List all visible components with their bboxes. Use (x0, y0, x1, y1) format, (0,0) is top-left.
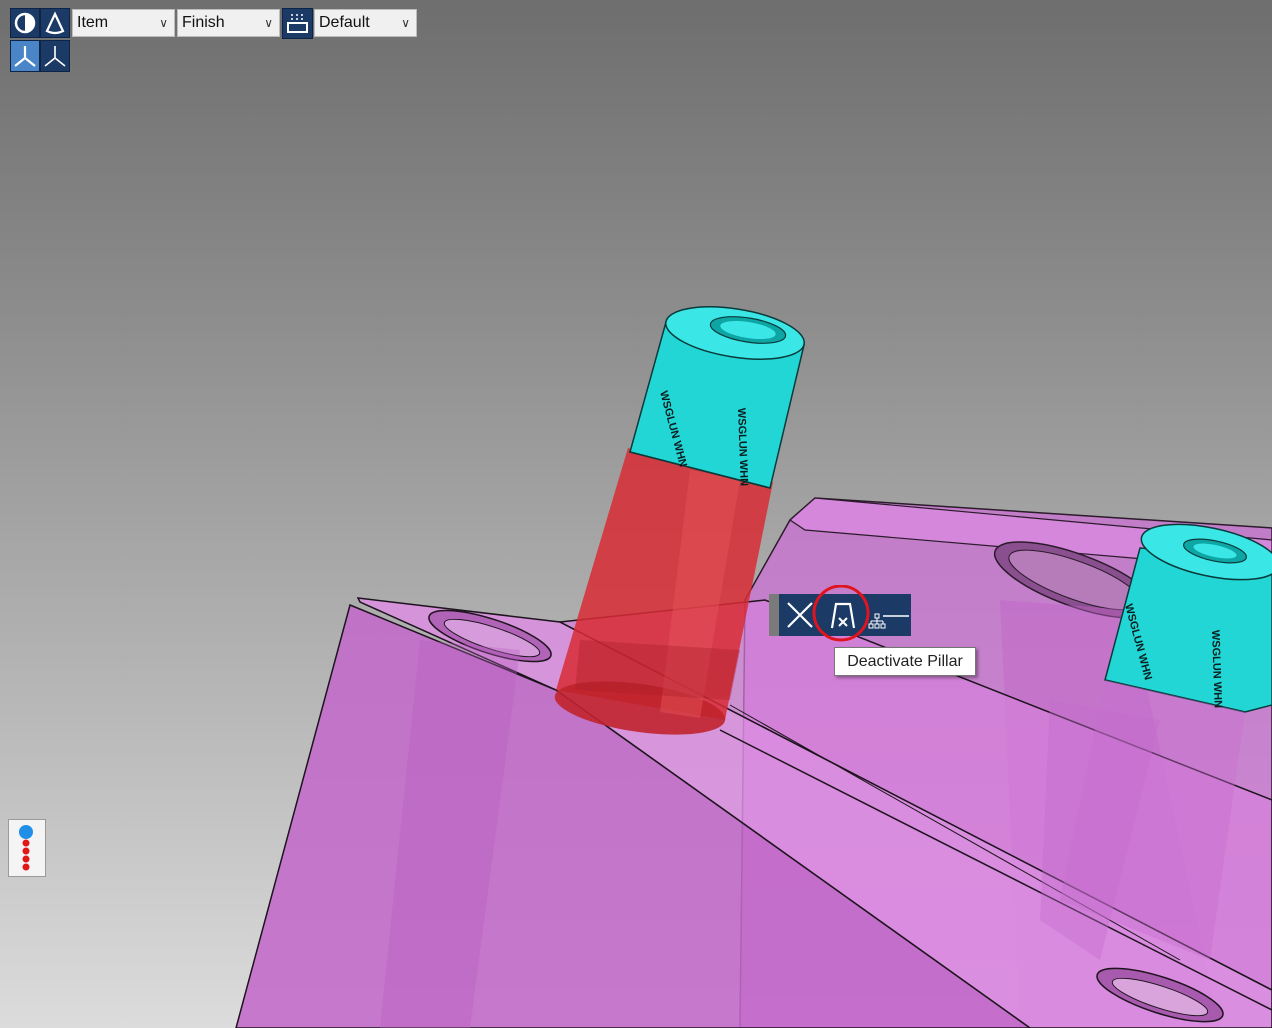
blue-ball-icon (19, 825, 33, 839)
layer-dropdown[interactable]: Default ∨ (314, 9, 417, 37)
status-indicator-widget[interactable] (8, 819, 46, 877)
layer-dropdown-value: Default (319, 14, 370, 31)
selection-dropdown-value: Item (77, 14, 109, 31)
cyan-pillar-left[interactable]: WSGLUN WHN WSGLUN WHN (629, 298, 808, 489)
stage-dropdown[interactable]: Finish ∨ (177, 9, 280, 37)
cone-outline-icon[interactable] (40, 8, 70, 38)
layer-stack-icon[interactable] (282, 8, 313, 39)
stage-dropdown-value: Finish (182, 14, 225, 31)
tooltip: Deactivate Pillar (834, 647, 976, 676)
highlight-ring (812, 585, 870, 642)
chevron-down-icon: ∨ (264, 16, 273, 30)
3d-viewport[interactable]: WSGLUN WHN WSGLUN WHN WSGLUN WHN WSGLUN … (0, 0, 1272, 1028)
context-toolbar (769, 585, 911, 642)
selection-dropdown[interactable]: Item ∨ (72, 9, 175, 37)
axis-triad-outline-icon[interactable] (40, 40, 70, 72)
toolbar-grip[interactable] (769, 594, 779, 636)
sphere-shade-icon[interactable] (10, 8, 40, 38)
chevron-down-icon: ∨ (401, 16, 410, 30)
axis-triad-solid-icon[interactable] (10, 40, 40, 72)
3d-scene[interactable]: WSGLUN WHN WSGLUN WHN WSGLUN WHN WSGLUN … (0, 0, 1272, 1028)
chevron-down-icon: ∨ (159, 16, 168, 30)
